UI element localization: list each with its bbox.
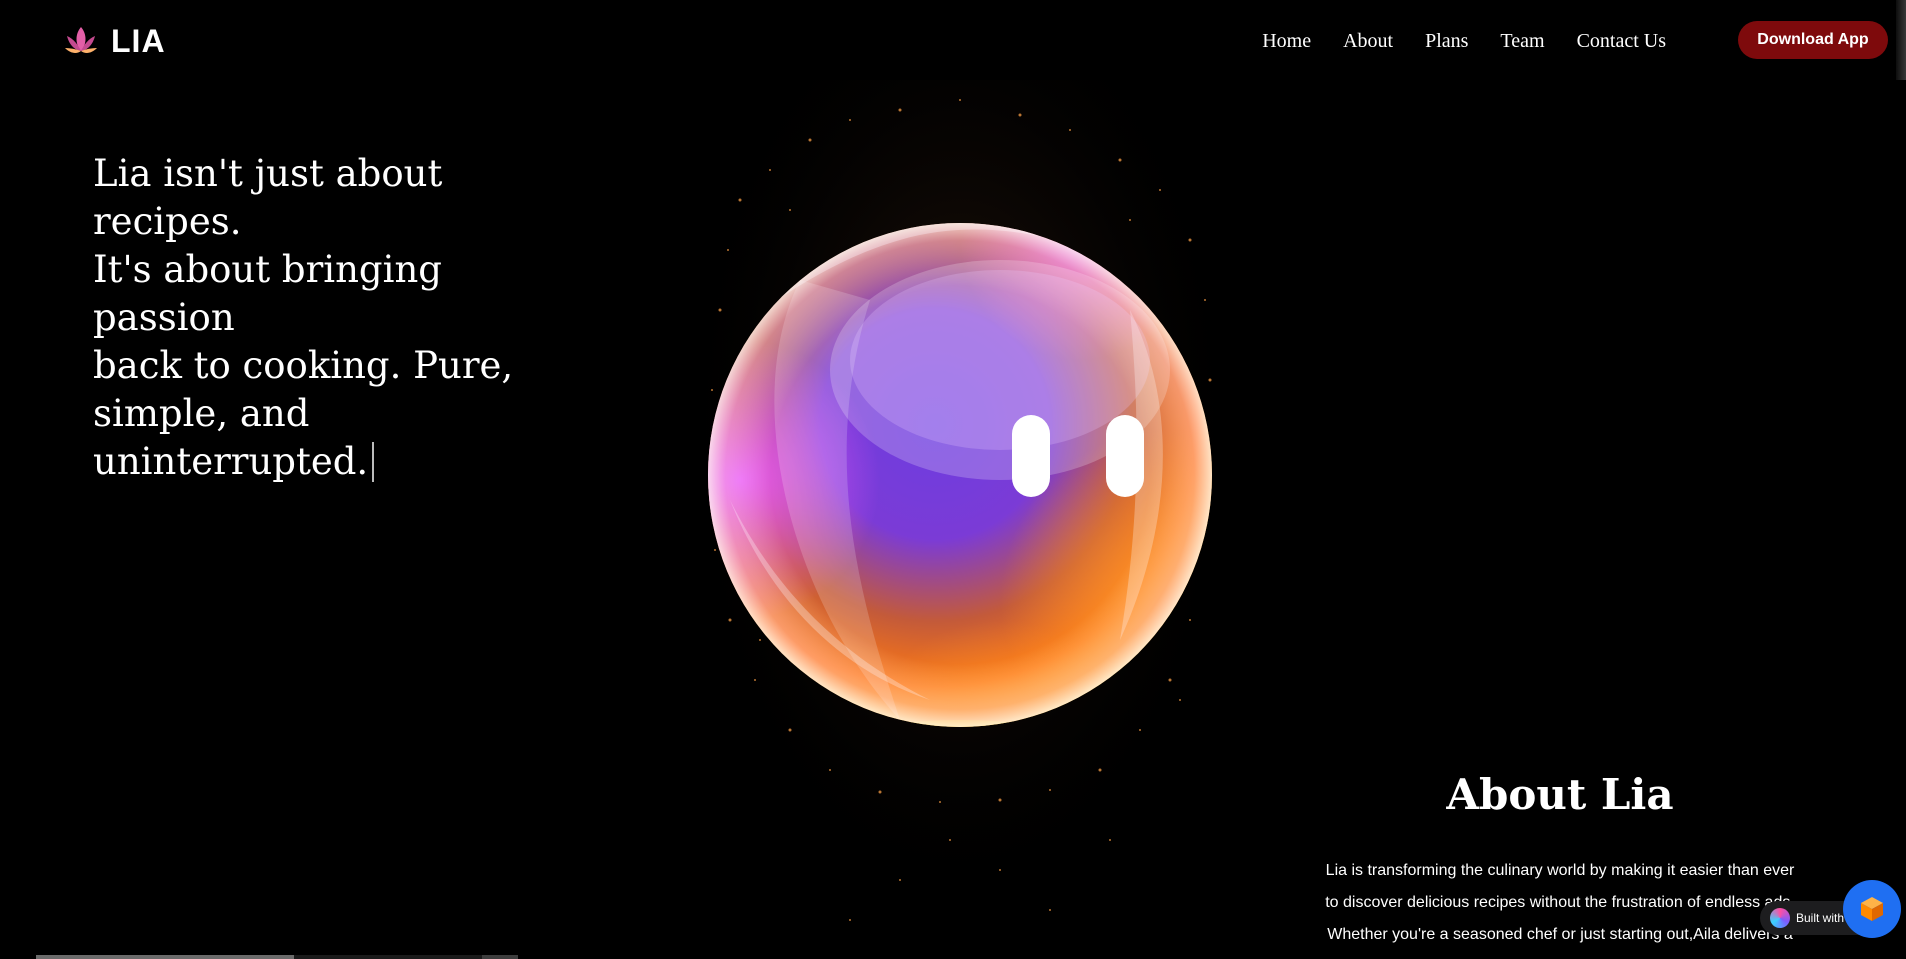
about-line: Whether you're a seasoned chef or just s… [1327, 926, 1793, 943]
hero-line: simple, and uninterrupted. [93, 392, 369, 483]
lotus-icon [65, 27, 97, 53]
nav-plans[interactable]: Plans [1425, 30, 1468, 53]
built-with-text: Built with [1796, 911, 1845, 925]
hero-text: Lia isn't just about recipes. It's about… [93, 150, 573, 486]
logo[interactable]: LIA [63, 22, 166, 60]
hero-line: back to cooking. Pure, [93, 344, 514, 387]
cube-fab-button[interactable] [1843, 880, 1901, 938]
builder-logo-icon [1770, 908, 1790, 928]
hero-line: Lia isn't just about recipes. [93, 152, 443, 243]
about-line: Lia is transforming the culinary world b… [1325, 862, 1795, 879]
hero-line: It's about bringing passion [93, 248, 442, 339]
brand-name: LIA [111, 22, 166, 59]
nav-team[interactable]: Team [1500, 30, 1544, 53]
nav-contact[interactable]: Contact Us [1577, 30, 1666, 53]
nav-about[interactable]: About [1343, 30, 1393, 53]
cube-icon [1861, 897, 1883, 921]
orb-mascot [700, 80, 1220, 959]
glass-orb-mascot [700, 80, 1220, 959]
about-title: About Lia [1446, 770, 1674, 819]
edge-shade [1896, 0, 1906, 80]
about-line: to discover delicious recipes without th… [1325, 894, 1795, 911]
about-body: Lia is transforming the culinary world b… [1300, 855, 1820, 951]
main-nav: Home About Plans Team Contact Us [1262, 22, 1666, 60]
hero-line-last: simple, and uninterrupted. [93, 390, 573, 486]
text-caret [372, 442, 375, 482]
scroll-marker [482, 955, 518, 959]
scroll-thumb[interactable] [36, 955, 294, 959]
nav-home[interactable]: Home [1262, 30, 1311, 53]
download-app-button[interactable]: Download App [1738, 21, 1888, 59]
